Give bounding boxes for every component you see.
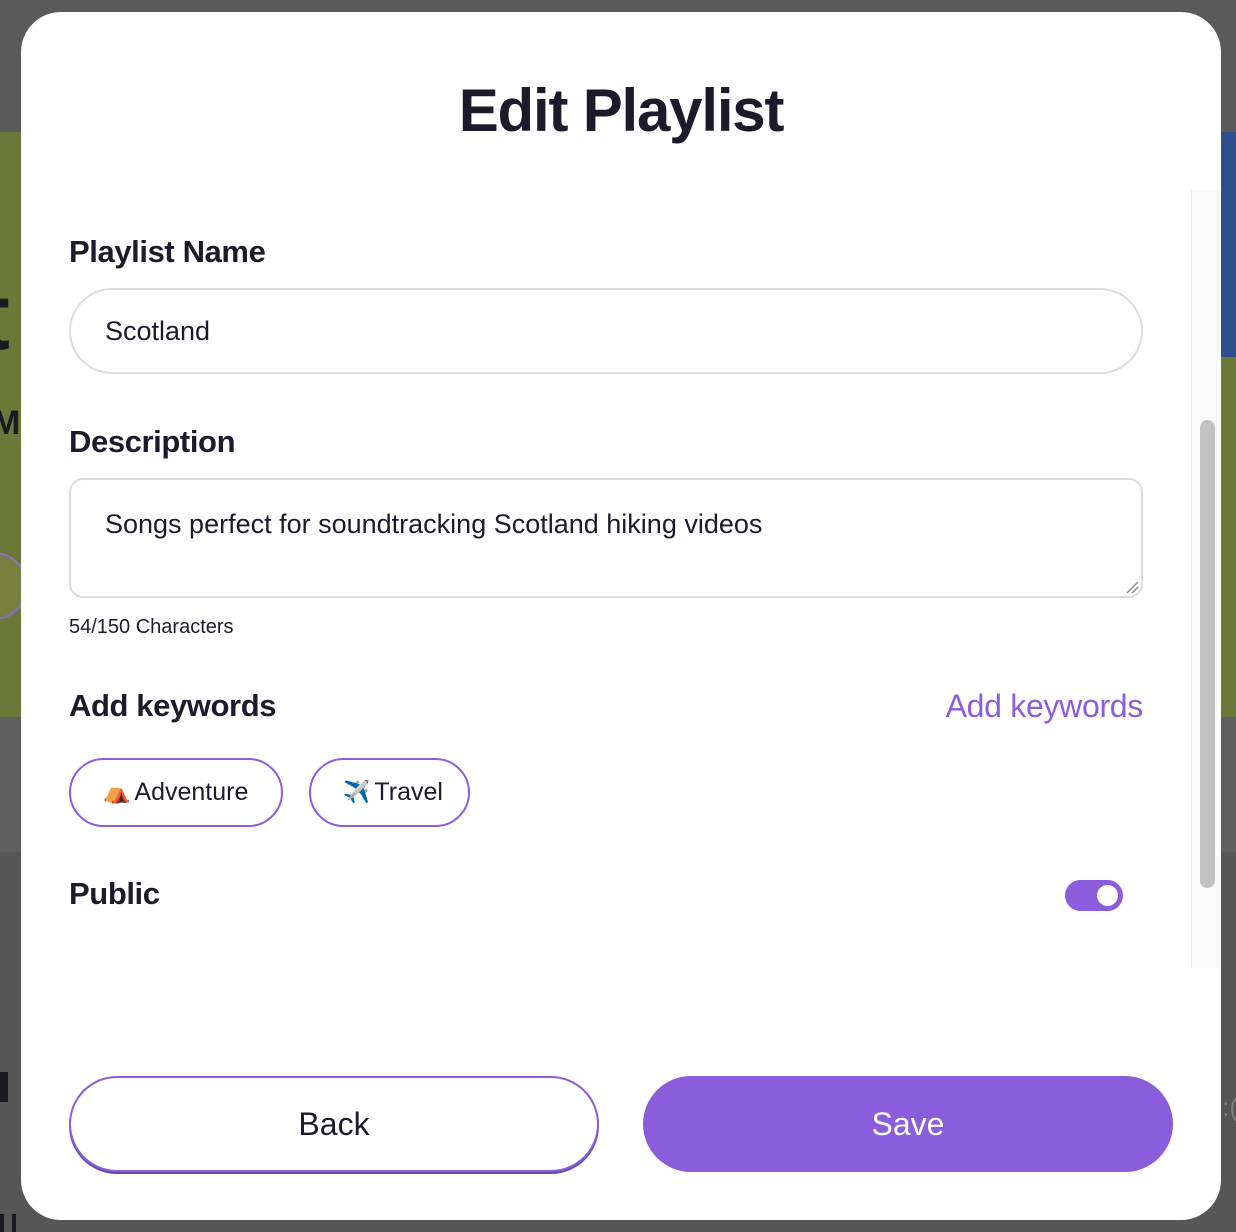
resize-handle-icon[interactable] <box>1125 580 1139 594</box>
description-textarea[interactable]: Songs perfect for soundtracking Scotland… <box>69 478 1143 598</box>
keyword-chip-label: Travel <box>374 778 443 806</box>
description-label: Description <box>69 424 236 459</box>
add-keywords-link[interactable]: Add keywords <box>946 688 1144 725</box>
toggle-knob <box>1097 885 1118 906</box>
character-count: 54/150 Characters <box>69 616 234 638</box>
keyword-chip-adventure[interactable]: ⛺ Adventure <box>69 758 283 827</box>
background-text-fragment <box>0 1072 8 1102</box>
save-button[interactable]: Save <box>643 1076 1173 1172</box>
modal-title: Edit Playlist <box>458 77 785 144</box>
edit-playlist-modal: Edit Playlist Playlist Name Description … <box>21 12 1221 1220</box>
public-toggle[interactable] <box>1065 880 1123 911</box>
keywords-label: Add keywords <box>69 688 277 723</box>
keyword-chip-label: Adventure <box>134 778 249 806</box>
background-title-fragment: t <box>0 262 10 372</box>
background-text-fragment <box>0 1214 16 1232</box>
keyword-chip-travel[interactable]: ✈️ Travel <box>309 758 470 827</box>
tent-icon: ⛺ <box>103 780 131 805</box>
back-button[interactable]: Back <box>69 1076 599 1172</box>
playlist-name-label: Playlist Name <box>69 234 266 269</box>
scrollbar-thumb[interactable] <box>1200 420 1215 888</box>
scrollbar-track[interactable] <box>1191 190 1221 968</box>
public-label: Public <box>69 876 160 911</box>
playlist-name-input[interactable] <box>69 288 1143 374</box>
airplane-icon: ✈️ <box>343 780 371 805</box>
background-right-fragment: :( <box>1222 1092 1236 1122</box>
